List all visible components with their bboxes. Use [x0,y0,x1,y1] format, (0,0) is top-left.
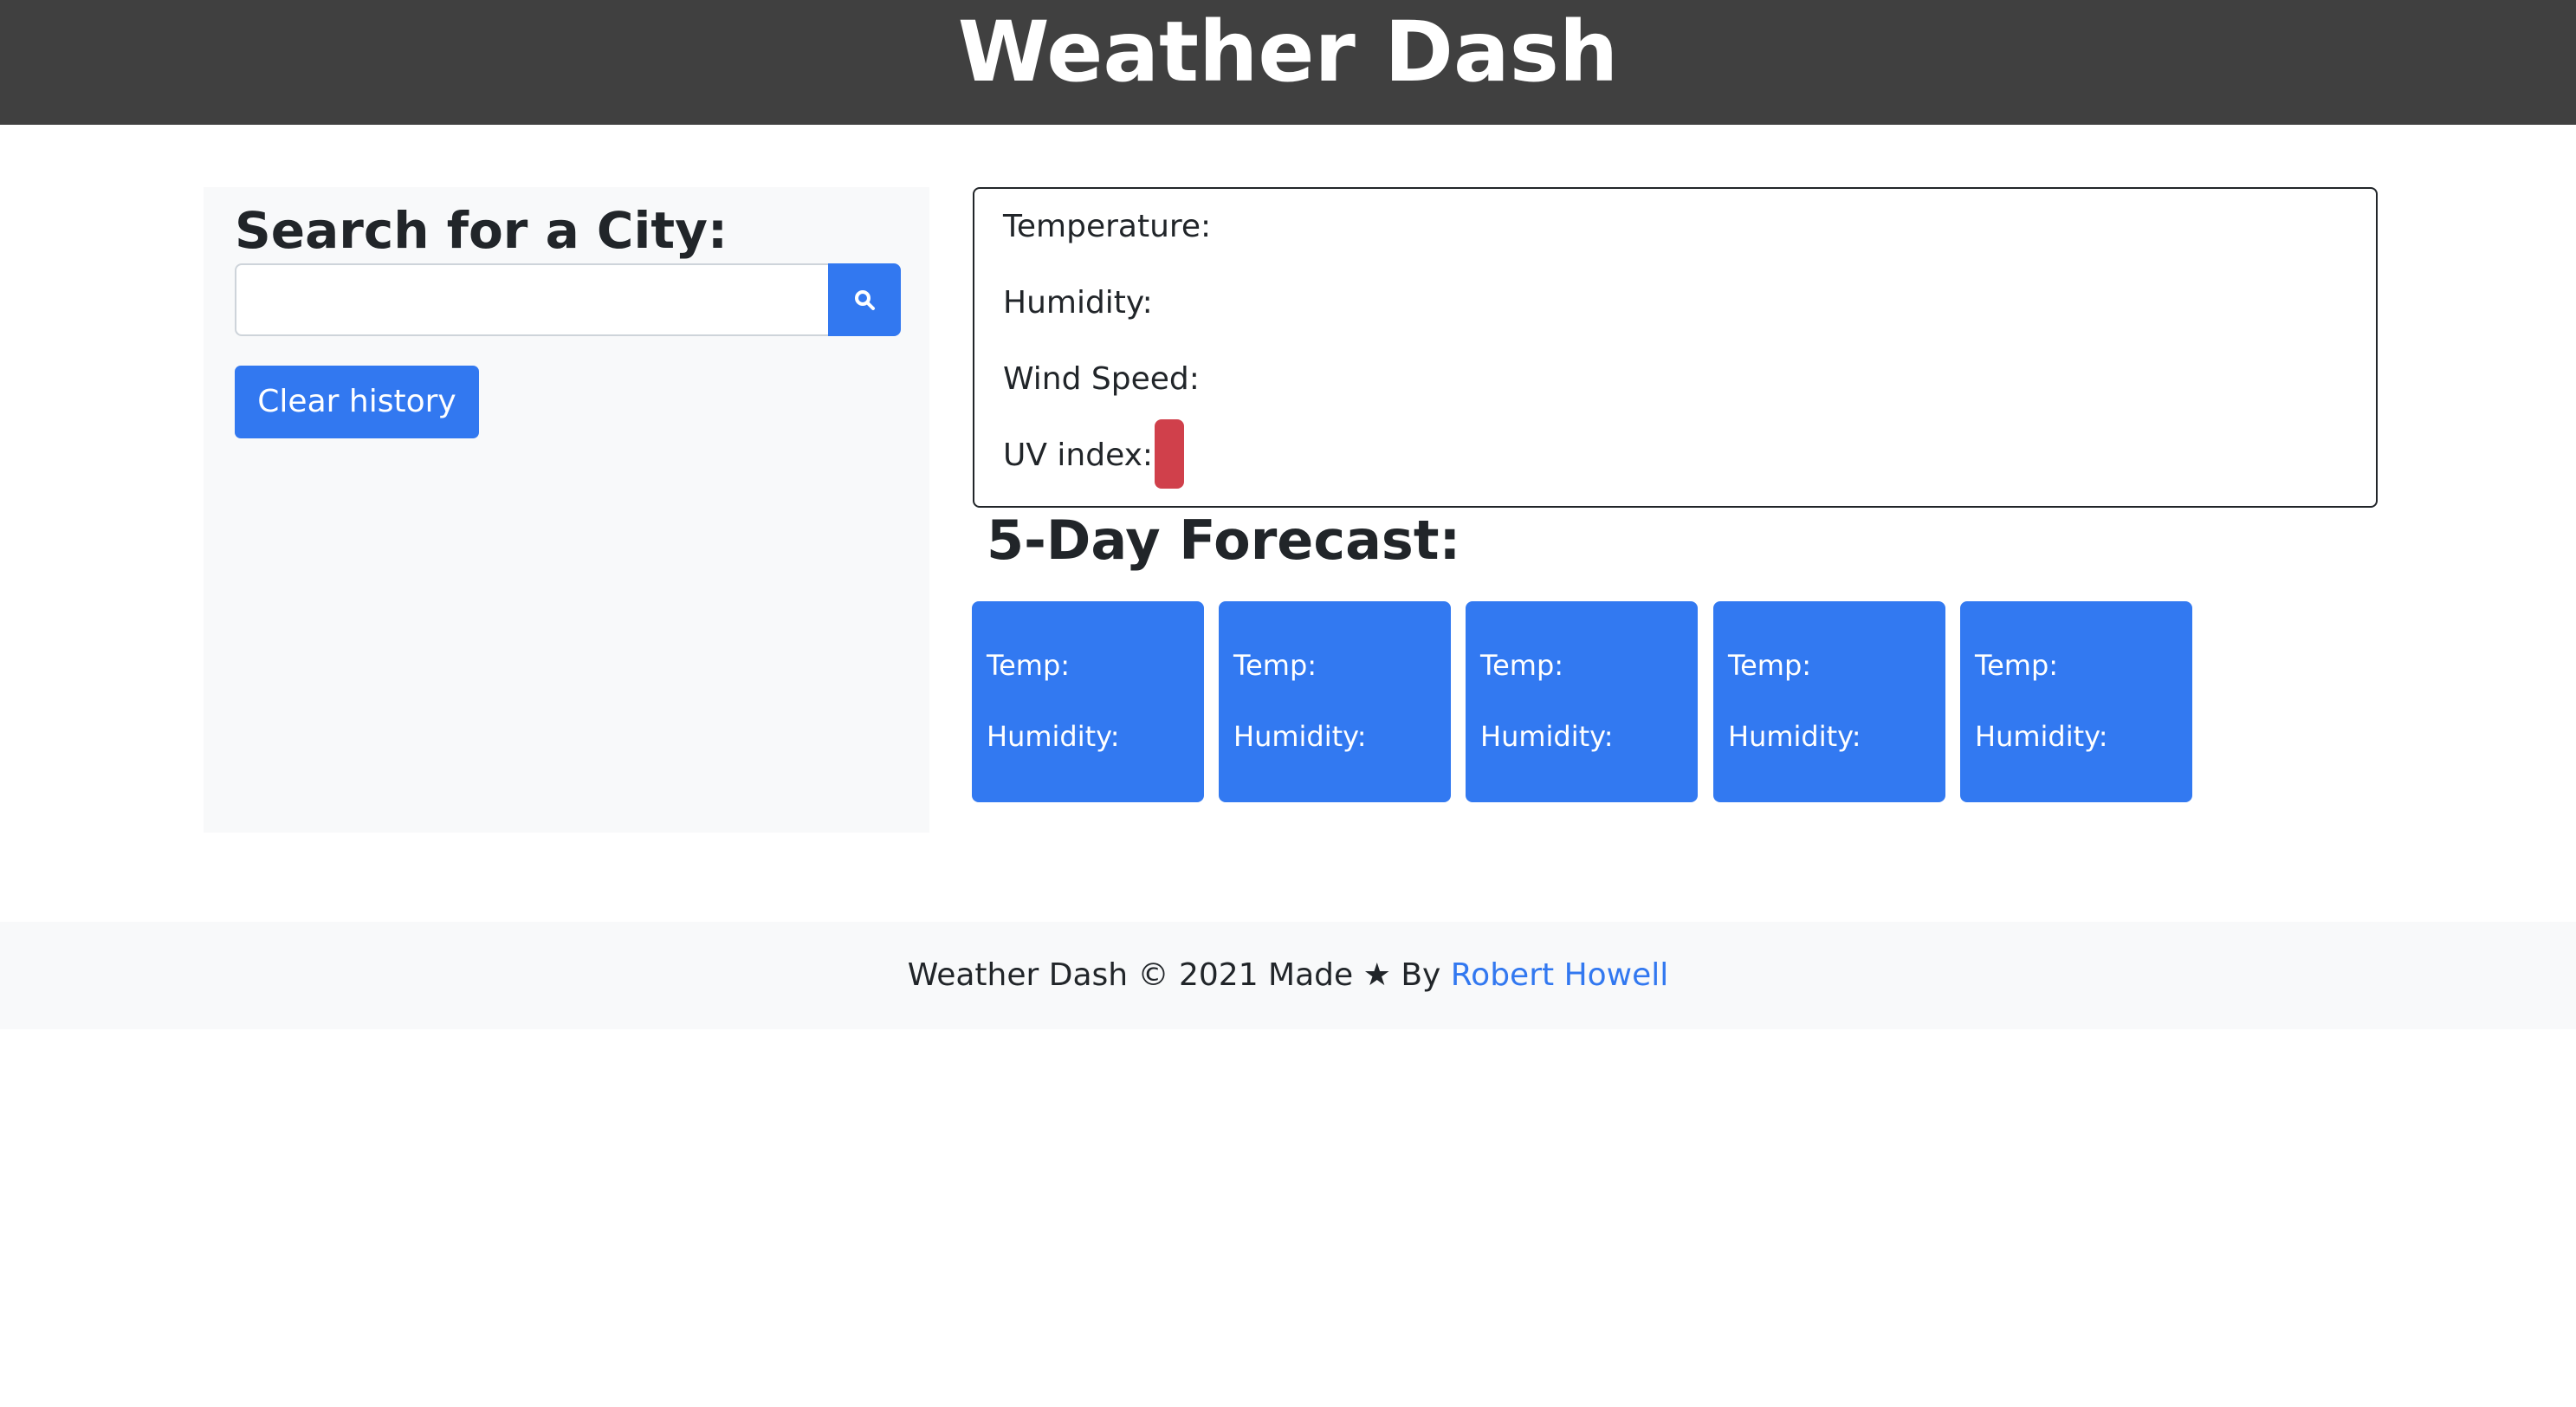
forecast-title: 5-Day Forecast: [987,509,1461,572]
temperature-label: Temperature: [1003,209,1212,244]
clear-history-button[interactable]: Clear history [235,366,479,438]
search-panel: Search for a City: Clear history [204,187,929,833]
search-button[interactable] [828,263,901,336]
forecast-card: Temp: Humidity: [1466,601,1698,802]
footer: Weather Dash © 2021 Made ★ By Robert How… [0,922,2576,1029]
humidity-label: Humidity: [1003,285,1153,321]
forecast-temp-label: Temp: [1233,649,1317,682]
app-title: Weather Dash [957,3,1619,100]
wind-speed-label: Wind Speed: [1003,361,1200,397]
forecast-temp-label: Temp: [1975,649,2059,682]
forecast-temp-label: Temp: [1728,649,1812,682]
forecast-card: Temp: Humidity: [1219,601,1451,802]
forecast-card: Temp: Humidity: [1713,601,1945,802]
search-title: Search for a City: [235,201,728,260]
header: Weather Dash [0,0,2576,125]
author-link[interactable]: Robert Howell [1451,957,1668,993]
city-search-input[interactable] [235,263,829,336]
forecast-card: Temp: Humidity: [972,601,1204,802]
forecast-humidity-label: Humidity: [1233,720,1367,753]
forecast-temp-label: Temp: [987,649,1071,682]
forecast-humidity-label: Humidity: [1480,720,1614,753]
forecast-temp-label: Temp: [1480,649,1564,682]
forecast-card: Temp: Humidity: [1960,601,2192,802]
uv-index-label: UV index: [1003,438,1154,473]
uv-index-badge [1155,419,1184,489]
footer-text: Weather Dash © 2021 Made ★ By [907,957,1451,993]
forecast-humidity-label: Humidity: [1975,720,2108,753]
search-icon [855,290,875,310]
forecast-humidity-label: Humidity: [987,720,1120,753]
forecast-humidity-label: Humidity: [1728,720,1861,753]
current-weather-panel: Temperature: Humidity: Wind Speed: UV in… [973,187,2378,508]
